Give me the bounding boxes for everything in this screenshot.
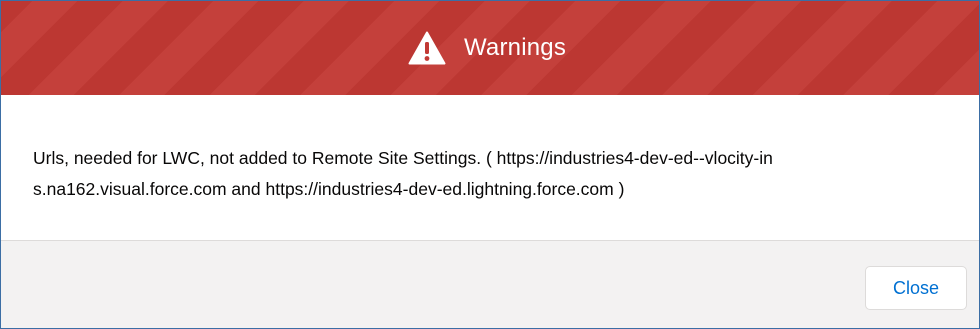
- modal-body: Urls, needed for LWC, not added to Remot…: [1, 95, 979, 241]
- modal-footer: Close: [1, 241, 979, 328]
- warning-message-line-1: Urls, needed for LWC, not added to Remot…: [33, 148, 773, 168]
- warning-message: Urls, needed for LWC, not added to Remot…: [33, 143, 963, 205]
- header-title-group: Warnings: [408, 14, 566, 82]
- warning-icon: [408, 31, 446, 65]
- warning-message-line-2: s.na162.visual.force.com and https://ind…: [33, 179, 625, 199]
- modal-title: Warnings: [463, 34, 567, 61]
- modal-header: Warnings: [1, 1, 979, 95]
- warnings-modal: Warnings Urls, needed for LWC, not added…: [0, 0, 980, 329]
- close-button[interactable]: Close: [865, 266, 967, 310]
